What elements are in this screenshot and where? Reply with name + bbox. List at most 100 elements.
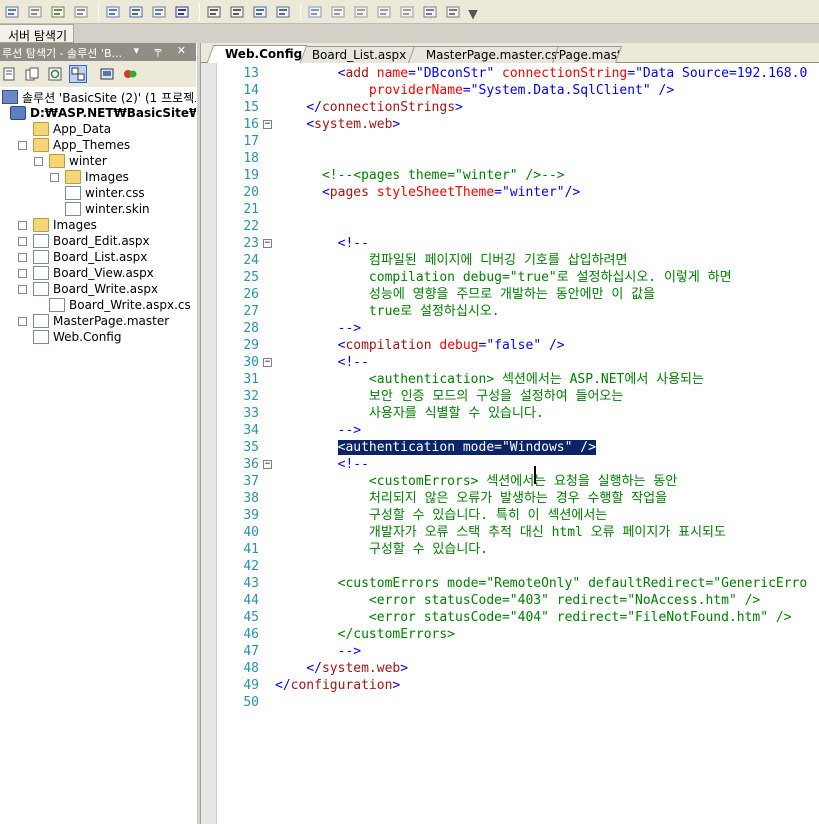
tree-item[interactable]: MasterPage.master: [18, 313, 169, 329]
refresh-icon[interactable]: [46, 65, 64, 83]
code-line[interactable]: 35 <authentication mode="Windows" />: [201, 439, 819, 456]
run-icon[interactable]: [48, 2, 68, 22]
tree-item[interactable]: App_Themes: [18, 137, 130, 153]
outdent-icon[interactable]: [227, 2, 247, 22]
collapse-region-icon[interactable]: −: [263, 460, 272, 469]
code-line[interactable]: 19 <!--<pages theme="winter" />-->: [201, 167, 819, 184]
nest-related-files-icon[interactable]: [69, 65, 87, 83]
code-line[interactable]: 17: [201, 133, 819, 150]
code-line[interactable]: 44 <error statusCode="403" redirect="NoA…: [201, 592, 819, 609]
copy-website-icon[interactable]: [98, 65, 116, 83]
format-icon[interactable]: [172, 2, 192, 22]
tree-item[interactable]: winter.css: [50, 185, 145, 201]
code-line[interactable]: 50: [201, 694, 819, 711]
clear-bookmarks-icon[interactable]: [420, 2, 440, 22]
asp-net-config-icon[interactable]: [121, 65, 139, 83]
expand-icon[interactable]: [50, 172, 59, 182]
bookmark-icon[interactable]: [305, 2, 325, 22]
more-icon[interactable]: [443, 2, 463, 22]
tab-web-config[interactable]: Web.Config: [206, 45, 308, 63]
code-line[interactable]: 22: [201, 218, 819, 235]
expand-icon[interactable]: [18, 252, 27, 262]
show-all-files-icon[interactable]: [23, 65, 41, 83]
tree-item[interactable]: Web.Config: [18, 329, 121, 345]
code-line[interactable]: 38 처리되지 않은 오류가 발생하는 경우 수행할 작업을: [201, 490, 819, 507]
code-line[interactable]: 25 compilation debug="true"로 설정하십시오. 이렇게…: [201, 269, 819, 286]
code-line[interactable]: 29 <compilation debug="false" />: [201, 337, 819, 354]
comment-icon[interactable]: [250, 2, 270, 22]
code-line[interactable]: 15 </connectionStrings>: [201, 99, 819, 116]
code-token: "/>: [556, 185, 581, 200]
replace-icon[interactable]: [149, 2, 169, 22]
tree-item[interactable]: App_Data: [18, 121, 111, 137]
code-line[interactable]: 32 보안 인증 모드의 구성을 설정하여 들어오는: [201, 388, 819, 405]
code-line[interactable]: 43 <customErrors mode="RemoteOnly" defau…: [201, 575, 819, 592]
tab-masterpage-master-cs[interactable]: MasterPage.master.cs: [407, 46, 560, 63]
code-line[interactable]: 20 <pages styleSheetTheme="winter"/>: [201, 184, 819, 201]
collapse-icon[interactable]: [18, 284, 27, 294]
next-file-bookmark-icon[interactable]: [397, 2, 417, 22]
collapse-region-icon[interactable]: −: [263, 120, 272, 129]
expand-icon[interactable]: [18, 268, 27, 278]
tree-item[interactable]: Board_Edit.aspx: [18, 233, 150, 249]
expand-icon[interactable]: [18, 236, 27, 246]
code-line[interactable]: 46 </customErrors>: [201, 626, 819, 643]
code-line[interactable]: 24 컴파일된 페이지에 디버깅 기호를 삽입하려면: [201, 252, 819, 269]
tree-item[interactable]: winter: [34, 153, 107, 169]
server-explorer-tab[interactable]: 서버 탐색기: [0, 24, 74, 43]
code-line[interactable]: 23− <!--: [201, 235, 819, 252]
debug-icon[interactable]: [71, 2, 91, 22]
tree-item[interactable]: Images: [50, 169, 129, 185]
toolbar-overflow-icon[interactable]: [468, 9, 478, 20]
code-line[interactable]: 26 성능에 영향을 주므로 개발하는 동안에만 이 값을: [201, 286, 819, 303]
build-icon[interactable]: [103, 2, 123, 22]
prev-file-bookmark-icon[interactable]: [374, 2, 394, 22]
code-line[interactable]: 49 </configuration>: [201, 677, 819, 694]
code-line[interactable]: 27 true로 설정하십시오.: [201, 303, 819, 320]
code-line[interactable]: 31 <authentication> 섹션에서는 ASP.NET에서 사용되는: [201, 371, 819, 388]
uncomment-icon[interactable]: [273, 2, 293, 22]
tree-item[interactable]: Board_Write.aspx: [18, 281, 158, 297]
code-line[interactable]: 36− <!--: [201, 456, 819, 473]
tree-item[interactable]: Images: [18, 217, 97, 233]
panel-controls[interactable]: ▾ ╤ ✕: [134, 44, 192, 57]
code-line[interactable]: 13 <add name="DBconStr" connectionString…: [201, 65, 819, 82]
code-line[interactable]: 39 구성할 수 있습니다. 특히 이 섹션에서는: [201, 507, 819, 524]
collapse-icon[interactable]: [34, 156, 43, 166]
tab-board-list-aspx[interactable]: Board_List.aspx: [293, 46, 416, 63]
code-line[interactable]: 34 -->: [201, 422, 819, 439]
collapse-region-icon[interactable]: −: [263, 358, 272, 367]
tree-item[interactable]: winter.skin: [50, 201, 150, 217]
code-line[interactable]: 40 개발자가 오류 스택 추적 대신 html 오류 페이지가 표시되도: [201, 524, 819, 541]
code-line[interactable]: 42: [201, 558, 819, 575]
code-line[interactable]: 16− <system.web>: [201, 116, 819, 133]
code-line[interactable]: 45 <error statusCode="404" redirect="Fil…: [201, 609, 819, 626]
code-line[interactable]: 37 <customErrors> 섹션에서는 요청을 실행하는 동안: [201, 473, 819, 490]
expand-icon[interactable]: [18, 220, 27, 230]
code-line[interactable]: 48 </system.web>: [201, 660, 819, 677]
code-line[interactable]: 33 사용자를 식별할 수 있습니다.: [201, 405, 819, 422]
tree-item[interactable]: Board_View.aspx: [18, 265, 154, 281]
collapse-region-icon[interactable]: −: [263, 239, 272, 248]
code-editor[interactable]: 13 <add name="DBconStr" connectionString…: [201, 63, 819, 824]
find-icon[interactable]: [126, 2, 146, 22]
expand-icon[interactable]: [18, 316, 27, 326]
code-line[interactable]: 47 -->: [201, 643, 819, 660]
code-line[interactable]: 28 -->: [201, 320, 819, 337]
zoom-icon[interactable]: [2, 2, 22, 22]
tree-item[interactable]: D:₩ASP.NET₩BasicSite₩: [10, 105, 196, 121]
indent-icon[interactable]: [204, 2, 224, 22]
prev-bookmark-icon[interactable]: [328, 2, 348, 22]
code-line[interactable]: 14 providerName="System.Data.SqlClient" …: [201, 82, 819, 99]
next-bookmark-icon[interactable]: [351, 2, 371, 22]
code-line[interactable]: 18: [201, 150, 819, 167]
code-line[interactable]: 21: [201, 201, 819, 218]
code-line[interactable]: 30− <!--: [201, 354, 819, 371]
properties-icon[interactable]: [0, 65, 18, 83]
code-line[interactable]: 41 구성할 수 있습니다.: [201, 541, 819, 558]
tree-item[interactable]: Board_Write.aspx.cs: [34, 297, 191, 313]
collapse-icon[interactable]: [18, 140, 27, 150]
tree-item[interactable]: 솔루션 'BasicSite (2)' (1 프로젝트): [2, 89, 196, 105]
tree-item[interactable]: Board_List.aspx: [18, 249, 147, 265]
properties-icon[interactable]: [25, 2, 45, 22]
